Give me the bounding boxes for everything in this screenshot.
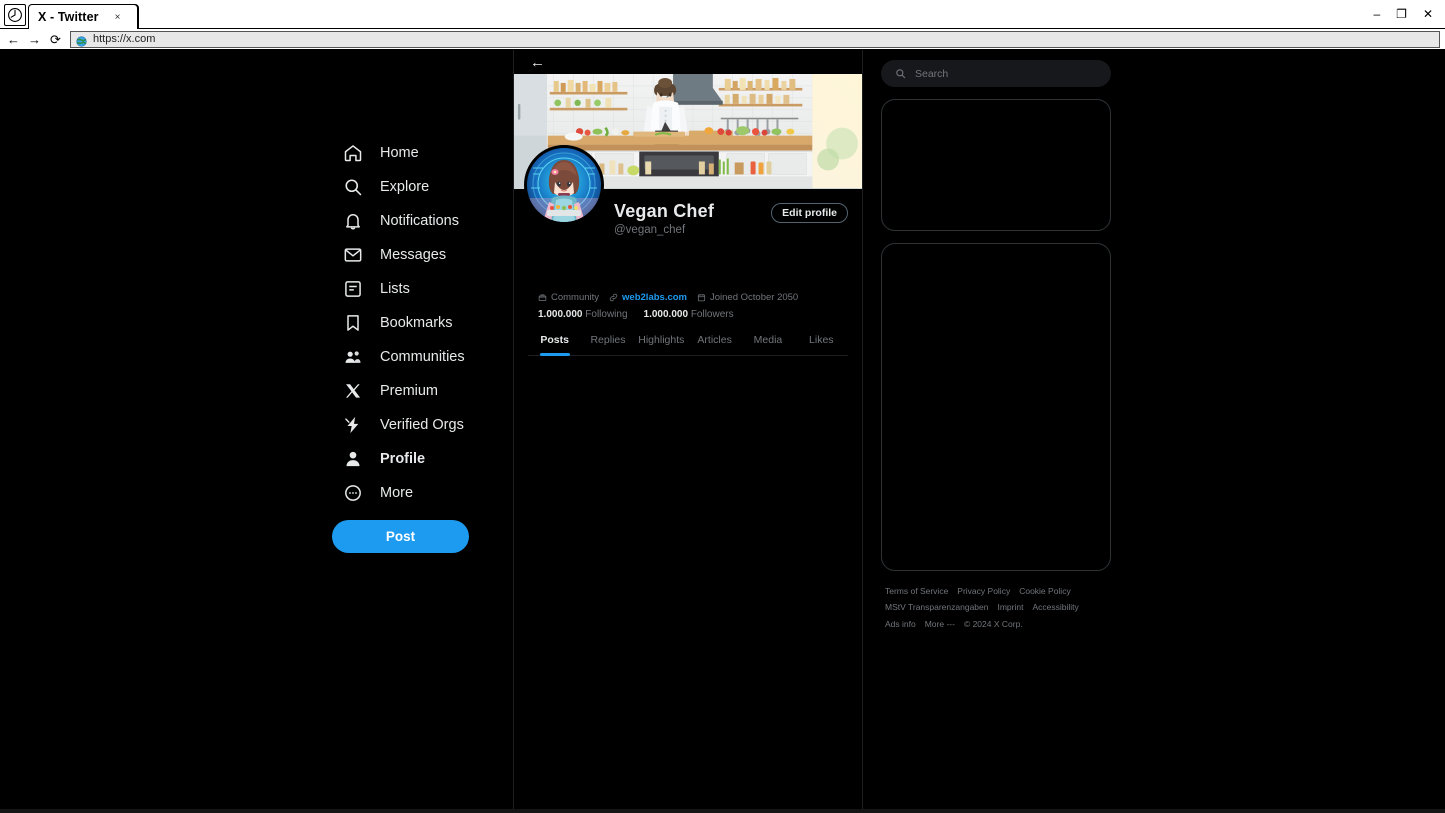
sidebar-item-label: Messages xyxy=(380,247,447,263)
community-label: Community xyxy=(551,292,600,303)
bolt-icon xyxy=(343,415,363,435)
close-window-button[interactable]: ✕ xyxy=(1423,8,1433,20)
website-meta[interactable]: web2labs.com xyxy=(609,292,687,303)
window-controls: – ❐ ✕ xyxy=(1373,0,1445,28)
left-navigation: Home Explore Notifications Messages List… xyxy=(0,50,513,813)
sidebar-item-label: More xyxy=(380,485,414,501)
sidebar-item-label: Bookmarks xyxy=(380,315,453,331)
search-placeholder: Search xyxy=(915,67,949,80)
list-icon xyxy=(343,279,363,299)
x-twitter-page: Home Explore Notifications Messages List… xyxy=(0,50,1445,813)
joined-meta: Joined October 2050 xyxy=(697,292,798,303)
search-icon xyxy=(895,68,906,79)
sidebar-item-home[interactable]: Home xyxy=(331,136,491,170)
profile-header-bar: ← xyxy=(514,50,862,74)
address-bar[interactable]: https://x.com xyxy=(70,30,1440,48)
footer-link-cookie[interactable]: Cookie Policy xyxy=(1019,585,1071,597)
sidebar-item-label: Premium xyxy=(380,383,439,399)
person-icon xyxy=(343,449,363,469)
footer-link-more[interactable]: More --- xyxy=(925,618,955,630)
x-logo-icon xyxy=(343,381,363,401)
browser-toolbar: ← → ⟳ https://x.com xyxy=(0,29,1445,50)
back-button[interactable]: ← xyxy=(3,30,24,48)
close-tab-icon[interactable]: × xyxy=(115,12,121,23)
right-sidebar: Search Terms of Service Privacy Policy C… xyxy=(881,50,1111,813)
browser-titlebar: X - Twitter × – ❐ ✕ xyxy=(0,0,1445,29)
sidebar-item-label: Lists xyxy=(380,281,410,297)
browser-window: X - Twitter × – ❐ ✕ ← → ⟳ https://x.com xyxy=(0,0,1445,813)
following-label: Following xyxy=(585,309,628,320)
main-column: ← Vegan Chef @vegan_chef Edit profile Co… xyxy=(513,50,863,813)
footer-link-terms[interactable]: Terms of Service xyxy=(885,585,948,597)
horizontal-scrollbar[interactable] xyxy=(0,809,1445,813)
footer-link-privacy[interactable]: Privacy Policy xyxy=(957,585,1010,597)
sidebar-item-verified-orgs[interactable]: Verified Orgs xyxy=(331,408,491,442)
profile-handle: @vegan_chef xyxy=(614,224,686,236)
sidebar-item-label: Explore xyxy=(380,179,430,195)
edit-profile-button[interactable]: Edit profile xyxy=(771,203,848,223)
followers-count: 1.000.000 xyxy=(643,309,689,320)
sidebar-item-label: Profile xyxy=(380,451,426,467)
sidebar-item-more[interactable]: More xyxy=(331,476,491,510)
profile-tabs: Posts Replies Highlights Articles Media … xyxy=(528,334,848,356)
search-input[interactable]: Search xyxy=(881,60,1111,87)
profile-block: Vegan Chef @vegan_chef Edit profile Comm… xyxy=(514,145,862,356)
tab-media[interactable]: Media xyxy=(741,334,794,355)
profile-stats: 1.000.000 Following 1.000.000 Followers xyxy=(528,309,848,320)
joined-label: Joined October 2050 xyxy=(710,292,799,303)
page-title: Vegan Chef xyxy=(614,201,715,221)
url-text: https://x.com xyxy=(93,33,156,45)
bookmark-icon xyxy=(343,313,363,333)
sidebar-item-messages[interactable]: Messages xyxy=(331,238,491,272)
followers-label: Followers xyxy=(690,309,734,320)
tab-replies[interactable]: Replies xyxy=(581,334,634,355)
tab-highlights[interactable]: Highlights xyxy=(635,334,688,355)
more-circle-icon xyxy=(343,483,363,503)
sidebar-item-notifications[interactable]: Notifications xyxy=(331,204,491,238)
community-meta: Community xyxy=(538,292,599,303)
sidebar-item-profile[interactable]: Profile xyxy=(331,442,491,476)
footer-copyright: © 2024 X Corp. xyxy=(963,618,1023,629)
tab-likes[interactable]: Likes xyxy=(795,334,848,355)
avatar[interactable] xyxy=(524,145,604,225)
sidebar-panel-top[interactable] xyxy=(881,99,1111,231)
back-arrow-icon[interactable]: ← xyxy=(530,55,545,70)
sidebar-item-bookmarks[interactable]: Bookmarks xyxy=(331,306,491,340)
following-count: 1.000.000 xyxy=(538,309,583,320)
minimize-button[interactable]: – xyxy=(1373,8,1380,20)
sidebar-item-label: Verified Orgs xyxy=(380,417,464,433)
maximize-button[interactable]: ❐ xyxy=(1396,8,1407,20)
footer-link-accessibility[interactable]: Accessibility xyxy=(1032,601,1078,613)
sidebar-item-lists[interactable]: Lists xyxy=(331,272,491,306)
sidebar-item-label: Home xyxy=(380,145,419,161)
sidebar-item-label: Notifications xyxy=(380,213,459,229)
people-icon xyxy=(343,347,363,367)
search-icon xyxy=(343,177,363,197)
tab-articles[interactable]: Articles xyxy=(688,334,741,355)
sidebar-item-explore[interactable]: Explore xyxy=(331,170,491,204)
profile-metadata: Community web2labs.com Joined October 20… xyxy=(528,292,848,303)
footer-link-imprint[interactable]: Imprint xyxy=(997,601,1023,613)
footer-links: Terms of Service Privacy Policy Cookie P… xyxy=(881,585,1086,630)
footer-link-ads-info[interactable]: Ads info xyxy=(885,618,916,630)
post-button[interactable]: Post xyxy=(332,520,469,553)
sidebar-item-communities[interactable]: Communities xyxy=(331,340,491,374)
tab-posts[interactable]: Posts xyxy=(528,334,581,355)
envelope-icon xyxy=(343,245,363,265)
browser-tab[interactable]: X - Twitter × xyxy=(28,4,138,29)
home-icon xyxy=(343,143,363,163)
followers-stat[interactable]: 1.000.000 Followers xyxy=(644,309,734,320)
website-link[interactable]: web2labs.com xyxy=(622,292,687,303)
bell-icon xyxy=(343,211,363,231)
footer-link-mstv[interactable]: MStV Transparenzangaben xyxy=(885,601,988,613)
following-stat[interactable]: 1.000.000 Following xyxy=(538,309,628,320)
app-logo-icon xyxy=(4,4,26,26)
reload-button[interactable]: ⟳ xyxy=(45,30,66,48)
globe-icon xyxy=(76,34,87,47)
sidebar-item-label: Communities xyxy=(380,349,465,365)
sidebar-item-premium[interactable]: Premium xyxy=(331,374,491,408)
forward-button[interactable]: → xyxy=(24,30,45,48)
sidebar-panel-bottom[interactable] xyxy=(881,243,1111,571)
browser-tab-title: X - Twitter xyxy=(38,10,99,24)
